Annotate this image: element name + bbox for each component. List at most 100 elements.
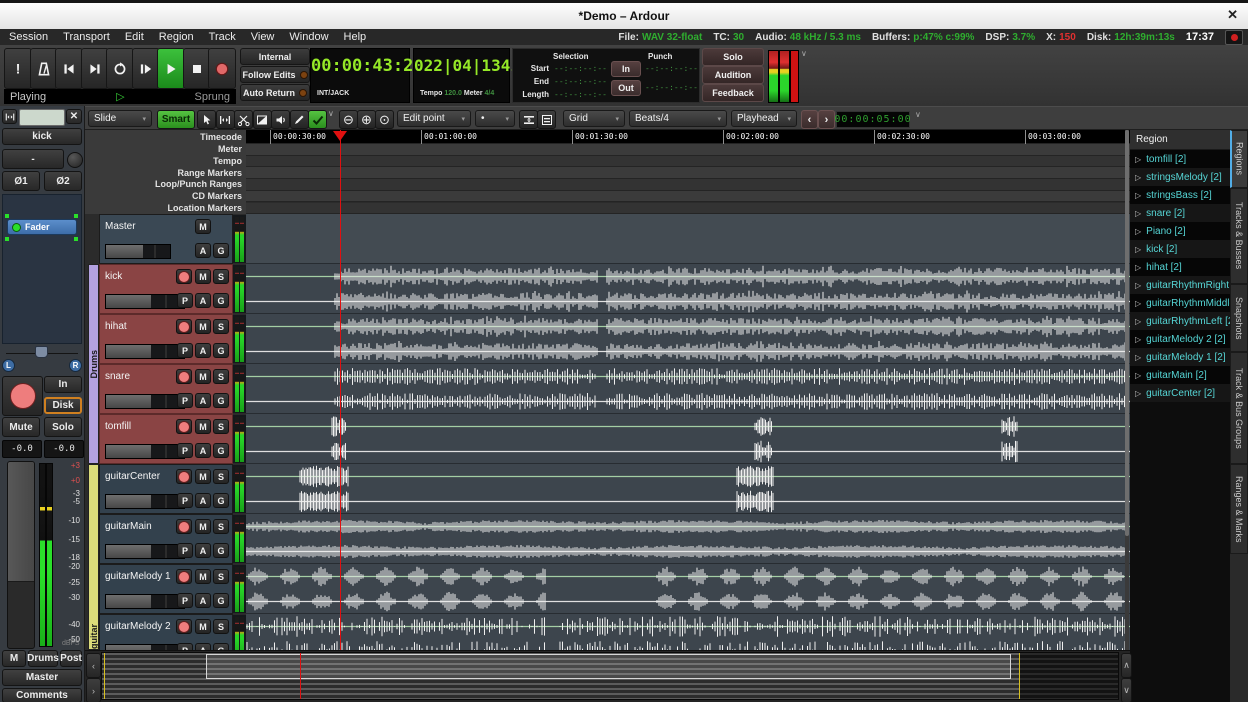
fade-tool-button[interactable] (253, 110, 272, 129)
sync-source-button[interactable]: Internal (240, 48, 310, 65)
track-header[interactable]: tomfillMSPAG (99, 414, 233, 464)
region-list-item[interactable]: ▷kick [2] (1130, 240, 1230, 258)
smart-mode-button[interactable]: Smart (157, 110, 195, 129)
track-height-button[interactable] (537, 110, 556, 129)
ruler-row-location-markers[interactable] (246, 203, 1130, 215)
region-list-item[interactable]: ▷tomfill [2] (1130, 150, 1230, 168)
track-content[interactable] (246, 314, 1130, 364)
region-list-item[interactable]: ▷snare [2] (1130, 204, 1230, 222)
ruler-label-1[interactable]: Meter (218, 144, 242, 154)
track-solo-button[interactable]: S (213, 369, 229, 384)
playhead-line[interactable] (340, 130, 341, 650)
scroll-down-button[interactable]: ∨ (1121, 678, 1132, 702)
track-content[interactable] (246, 514, 1130, 564)
strip-solo-button[interactable]: Solo (44, 417, 82, 437)
track-content[interactable] (246, 214, 1130, 264)
tab-snapshots[interactable]: Snapshots (1230, 284, 1248, 352)
region-list-item[interactable]: ▷guitarCenter [2] (1130, 384, 1230, 402)
track-header[interactable]: guitarMainMSPAG (99, 514, 233, 564)
track-fader[interactable] (105, 344, 185, 359)
track-content[interactable] (246, 464, 1130, 514)
menu-help[interactable]: Help (344, 31, 367, 43)
ruler-label-5[interactable]: CD Markers (192, 191, 242, 201)
secondary-clock[interactable]: 022|04|1341 Tempo 120.0 Meter 4/4 (413, 48, 510, 103)
grab-tool-button[interactable] (197, 110, 216, 129)
track-header[interactable]: hihatMSPAG (99, 314, 233, 364)
track-group-button[interactable]: G (213, 293, 229, 308)
punch-in-button[interactable]: In (611, 61, 641, 77)
track-automation-button[interactable]: A (195, 443, 211, 458)
track-group-button[interactable]: G (213, 493, 229, 508)
tab-tracks-busses[interactable]: Tracks & Busses (1230, 188, 1248, 284)
edit-point-dropdown[interactable]: Edit point▾ (397, 110, 471, 127)
track-header[interactable]: guitarMelody 1MSPAG (99, 564, 233, 614)
expand-arrow-icon[interactable]: ▷ (1135, 263, 1141, 272)
menu-track[interactable]: Track (209, 31, 236, 43)
region-list-item[interactable]: ▷guitarRhythmMiddle [2] (1130, 294, 1230, 312)
track-automation-button[interactable]: A (195, 243, 211, 258)
zoom-out-button[interactable]: ⊖ (339, 110, 358, 129)
strip-tab-drums[interactable]: Drums (28, 650, 58, 667)
region-list-item[interactable]: ▷stringsMelody [2] (1130, 168, 1230, 186)
track-solo-button[interactable]: S (213, 569, 229, 584)
expand-arrow-icon[interactable]: ▷ (1135, 245, 1141, 254)
play-button[interactable] (157, 48, 185, 89)
track-header[interactable]: guitarCenterMSPAG (99, 464, 233, 514)
ruler-row-tempo[interactable] (246, 156, 1130, 168)
close-strip-icon[interactable]: ✕ (66, 109, 82, 124)
close-window-icon[interactable]: ✕ (1227, 7, 1238, 23)
nudge-forward-button[interactable]: › (818, 110, 835, 129)
shrink-strip-button[interactable] (2, 109, 17, 124)
track-group-button[interactable]: G (213, 243, 229, 258)
track-group-button[interactable]: G (213, 443, 229, 458)
track-group-button[interactable]: G (213, 643, 229, 650)
track-automation-button[interactable]: A (195, 293, 211, 308)
track-mute-button[interactable]: M (195, 469, 211, 484)
track-solo-button[interactable]: S (213, 319, 229, 334)
region-list-item[interactable]: ▷stringsBass [2] (1130, 186, 1230, 204)
input-button[interactable]: In (44, 376, 82, 393)
track-fader[interactable] (105, 294, 185, 309)
track-automation-button[interactable]: A (195, 643, 211, 650)
record-enable-button[interactable] (2, 376, 43, 416)
track-solo-button[interactable]: S (213, 519, 229, 534)
tab-track-bus-groups[interactable]: Track & Bus Groups (1230, 352, 1248, 464)
strip-tab-m[interactable]: M (2, 650, 26, 667)
expand-arrow-icon[interactable]: ▷ (1135, 227, 1141, 236)
feedback-button[interactable]: Feedback (702, 84, 764, 102)
follow-edits-button[interactable]: Follow Edits (240, 66, 310, 83)
tab-ranges-marks[interactable]: Ranges & Marks (1230, 464, 1248, 554)
go-start-button[interactable] (55, 48, 83, 89)
zoom-in-button[interactable]: ⊕ (357, 110, 376, 129)
strip-name-field[interactable] (19, 109, 65, 126)
region-list-item[interactable]: ▷Piano [2] (1130, 222, 1230, 240)
chevron-down-icon[interactable]: ∨ (328, 109, 334, 118)
track-mute-button[interactable]: M (195, 419, 211, 434)
pan-handle[interactable] (35, 346, 48, 358)
go-end-button[interactable] (81, 48, 109, 89)
track-playlist-button[interactable]: P (177, 393, 193, 408)
track-automation-button[interactable]: A (195, 493, 211, 508)
region-list-item[interactable]: ▷hihat [2] (1130, 258, 1230, 276)
chevron-down-icon[interactable]: ∨ (915, 110, 921, 119)
ruler-label-3[interactable]: Range Markers (177, 168, 242, 178)
metronome-button[interactable] (30, 48, 58, 89)
phase-2-button[interactable]: Ø2 (44, 171, 82, 191)
expand-arrow-icon[interactable]: ▷ (1135, 209, 1141, 218)
track-group-button[interactable]: G (213, 343, 229, 358)
record-blink-button[interactable] (1225, 30, 1243, 45)
scroll-right-button[interactable]: › (86, 678, 101, 702)
track-playlist-button[interactable]: P (177, 443, 193, 458)
expand-arrow-icon[interactable]: ▷ (1135, 335, 1141, 344)
ruler-label-4[interactable]: Loop/Punch Ranges (155, 179, 242, 189)
scroll-up-button[interactable]: ∧ (1121, 653, 1132, 678)
track-record-button[interactable] (176, 519, 192, 534)
track-content[interactable] (246, 414, 1130, 464)
nudge-clock[interactable]: 00:00:05:00 (836, 111, 910, 128)
expand-arrow-icon[interactable]: ▷ (1135, 389, 1141, 398)
scroll-left-button[interactable]: ‹ (86, 653, 101, 678)
phase-1-button[interactable]: Ø1 (2, 171, 40, 191)
track-fader[interactable] (105, 444, 185, 459)
strip-tab-post[interactable]: Post (60, 650, 82, 667)
track-mute-button[interactable]: M (195, 369, 211, 384)
